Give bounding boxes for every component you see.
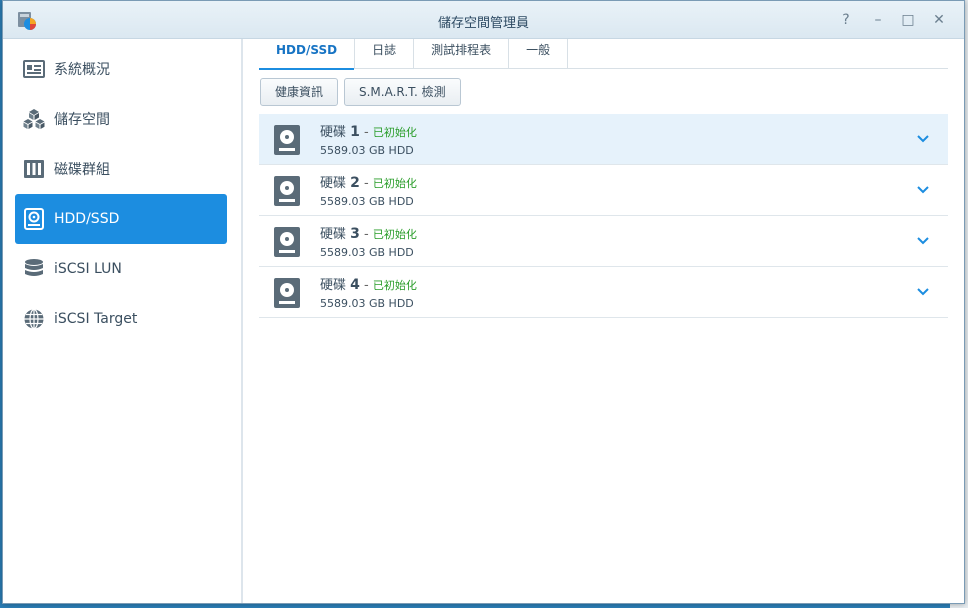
sidebar-item-label: 儲存空間 xyxy=(54,112,110,128)
disk-status: 已初始化 xyxy=(372,177,417,190)
hard-disk-icon xyxy=(274,278,300,308)
sidebar-item-label: 系統概況 xyxy=(54,62,110,78)
tab-general[interactable]: 一般 xyxy=(509,39,569,69)
disk-status: 已初始化 xyxy=(372,279,417,292)
disk-row-3[interactable]: 硬碟 3 - 已初始化 5589.03 GB HDD xyxy=(259,216,948,267)
sidebar-item-disk-group[interactable]: 磁碟群組 xyxy=(15,144,227,194)
chevron-down-icon[interactable] xyxy=(916,285,930,299)
sidebar: 系統概況 儲存空間 磁碟群組 HDD/SSD iSCSI LUN iSCSI T… xyxy=(3,39,243,603)
chevron-down-icon[interactable] xyxy=(916,183,930,197)
sidebar-item-overview[interactable]: 系統概況 xyxy=(15,44,227,94)
hdd-icon xyxy=(24,208,44,230)
title-bar[interactable]: 儲存空間管理員 ? – □ ✕ xyxy=(3,1,964,39)
globe-icon xyxy=(24,308,44,330)
storage-manager-window: 儲存空間管理員 ? – □ ✕ 系統概況 儲存空間 磁碟群組 HDD/SSD i… xyxy=(2,0,965,604)
sidebar-item-label: iSCSI Target xyxy=(54,311,138,327)
disk-title: 硬碟 1 - 已初始化 xyxy=(320,124,417,140)
minimize-icon[interactable]: – xyxy=(868,10,888,30)
disk-status: 已初始化 xyxy=(372,228,417,241)
tab-test-schedule[interactable]: 測試排程表 xyxy=(414,39,510,69)
chevron-down-icon[interactable] xyxy=(916,132,930,146)
main-panel: HDD/SSD 日誌 測試排程表 一般 健康資訊 S.M.A.R.T. 檢測 硬… xyxy=(245,39,964,603)
disk-title: 硬碟 2 - 已初始化 xyxy=(320,175,417,191)
sidebar-item-iscsi-lun[interactable]: iSCSI LUN xyxy=(15,244,227,294)
disk-title: 硬碟 4 - 已初始化 xyxy=(320,277,417,293)
help-icon[interactable]: ? xyxy=(836,10,856,30)
sidebar-item-iscsi-target[interactable]: iSCSI Target xyxy=(15,294,227,344)
window-title: 儲存空間管理員 xyxy=(437,16,529,31)
disk-row-4[interactable]: 硬碟 4 - 已初始化 5589.03 GB HDD xyxy=(259,267,948,318)
hard-disk-icon xyxy=(274,176,300,206)
disk-list: 硬碟 1 - 已初始化 5589.03 GB HDD 硬碟 2 - 已初始化 5… xyxy=(259,114,948,318)
tab-log[interactable]: 日誌 xyxy=(355,39,415,69)
sidebar-item-label: HDD/SSD xyxy=(54,211,120,227)
disk-row-1[interactable]: 硬碟 1 - 已初始化 5589.03 GB HDD xyxy=(259,114,948,165)
storage-cubes-icon xyxy=(23,109,45,129)
disk-size: 5589.03 GB HDD xyxy=(320,195,414,208)
disk-size: 5589.03 GB HDD xyxy=(320,144,414,157)
sidebar-item-hdd-ssd[interactable]: HDD/SSD xyxy=(15,194,227,244)
tab-hdd-ssd[interactable]: HDD/SSD xyxy=(259,39,356,70)
disk-row-2[interactable]: 硬碟 2 - 已初始化 5589.03 GB HDD xyxy=(259,165,948,216)
disk-status: 已初始化 xyxy=(372,126,417,139)
sidebar-item-label: iSCSI LUN xyxy=(54,261,122,277)
tab-bar: HDD/SSD 日誌 測試排程表 一般 xyxy=(259,39,948,70)
smart-test-button[interactable]: S.M.A.R.T. 檢測 xyxy=(344,78,461,106)
disk-title: 硬碟 3 - 已初始化 xyxy=(320,226,417,242)
health-info-button[interactable]: 健康資訊 xyxy=(260,78,339,106)
database-icon xyxy=(25,259,43,276)
disk-group-icon xyxy=(24,160,44,178)
overview-icon xyxy=(23,60,45,78)
sidebar-item-label: 磁碟群組 xyxy=(54,162,110,178)
chevron-down-icon[interactable] xyxy=(916,234,930,248)
hard-disk-icon xyxy=(274,125,300,155)
sidebar-item-storage[interactable]: 儲存空間 xyxy=(15,94,227,144)
hard-disk-icon xyxy=(274,227,300,257)
close-icon[interactable]: ✕ xyxy=(929,10,949,30)
maximize-icon[interactable]: □ xyxy=(898,10,918,30)
disk-size: 5589.03 GB HDD xyxy=(320,297,414,310)
disk-size: 5589.03 GB HDD xyxy=(320,246,414,259)
